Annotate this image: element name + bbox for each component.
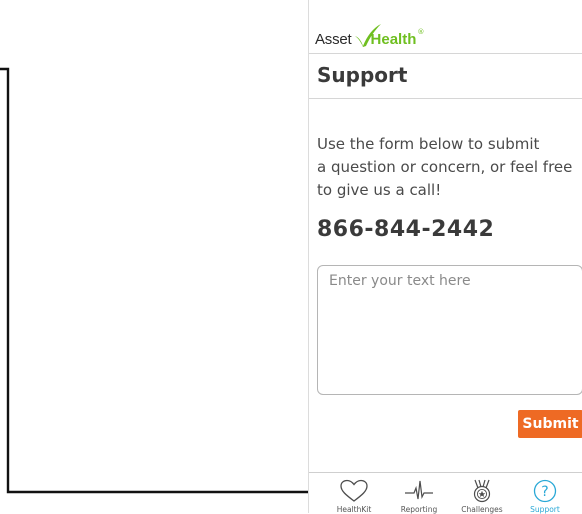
question-circle-icon: ? — [533, 479, 557, 503]
logo-text-asset: Asset — [315, 31, 352, 48]
page-title-bar: Support — [309, 54, 582, 99]
asset-health-logo: Asset Health ® — [315, 22, 424, 48]
heartbeat-icon — [405, 480, 433, 500]
support-intro-text: Use the form below to submit a question … — [317, 133, 577, 202]
brand-header: Asset Health ® — [309, 0, 582, 54]
page-title: Support — [317, 63, 408, 87]
intro-line: a question or concern, or feel free — [317, 158, 573, 176]
bottom-tab-bar: HealthKit Reporting Challenges ? Support — [309, 472, 582, 514]
intro-line: to give us a call! — [317, 181, 442, 199]
tab-reporting[interactable]: Reporting — [386, 473, 452, 514]
app-screen: Asset Health ® Support Use the form belo… — [308, 0, 582, 514]
registered-mark: ® — [417, 28, 425, 36]
support-phone-number[interactable]: 866-844-2442 — [317, 217, 494, 242]
tab-challenges[interactable]: Challenges — [449, 473, 515, 514]
medal-icon — [473, 479, 491, 503]
svg-text:?: ? — [541, 484, 548, 500]
logo-text-health: Health — [370, 31, 417, 48]
support-message-input[interactable] — [317, 265, 582, 395]
submit-button[interactable]: Submit — [518, 410, 582, 438]
intro-line: Use the form below to submit — [317, 135, 540, 153]
heart-icon — [340, 479, 368, 502]
tab-healthkit[interactable]: HealthKit — [321, 473, 387, 514]
tab-support[interactable]: ? Support — [512, 473, 578, 514]
